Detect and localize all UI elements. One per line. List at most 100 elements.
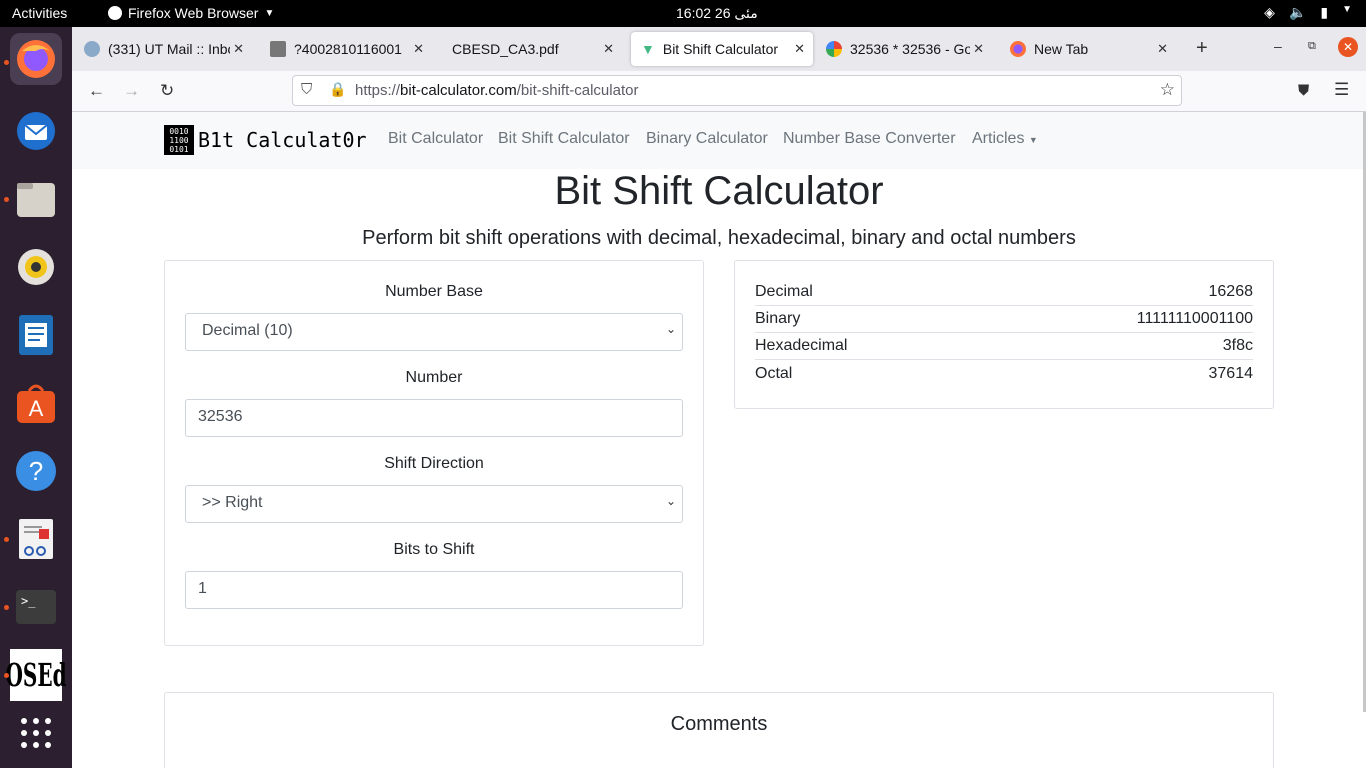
back-arrow-icon[interactable]: ← [88,81,105,101]
nav-link-number-base-converter[interactable]: Number Base Converter [783,130,956,148]
result-value: 3f8c [1222,337,1253,354]
svg-text:>_: >_ [21,594,36,608]
files-icon[interactable] [10,173,62,225]
google-favicon-icon [826,41,842,57]
app-menu[interactable]: Firefox Web Browser ▼ [108,5,274,21]
help-icon[interactable]: ? [10,445,62,497]
shift-direction-select[interactable]: >> Right ⌄ [185,485,683,523]
close-icon[interactable]: ✕ [603,41,614,57]
tab-document[interactable]: ?4002810116001 ✕ [260,32,432,66]
result-label: Decimal [755,283,813,300]
nav-dropdown-articles[interactable]: Articles ▼ [972,130,1038,148]
maximize-button[interactable]: ⧉ [1308,40,1316,53]
document-viewer-icon[interactable] [10,513,62,565]
document-favicon-icon [270,41,286,57]
number-label: Number [405,369,463,386]
page-content: 0010 1100 0101 B1t Calculat0r Bit Calcul… [72,112,1366,768]
minimize-button[interactable]: – [1274,38,1282,54]
firefox-icon[interactable] [10,33,62,85]
tracking-shield-icon[interactable]: ⛉ [301,81,312,98]
rhythmbox-icon[interactable] [10,241,62,293]
chevron-down-icon: ▼ [264,7,275,19]
result-row-octal: Octal 37614 [755,360,1253,387]
close-icon[interactable]: ✕ [230,41,244,57]
results-card: Decimal 16268 Binary 11111110001100 Hexa… [734,260,1274,409]
navigation-toolbar: ← → ↻ ⛉ 🔒 https://bit-calculator.com/bit… [72,71,1366,112]
thunderbird-icon[interactable] [10,105,62,157]
site-navbar: 0010 1100 0101 B1t Calculat0r Bit Calcul… [72,112,1366,169]
tab-pdf[interactable]: CBESD_CA3.pdf ✕ [442,32,622,66]
tab-title: 32536 * 32536 - Goo [850,41,980,57]
logo-text: B1t Calculat0r [198,128,367,152]
system-tray[interactable]: ◈ 🔈 ▮ ▼ [1264,4,1352,21]
close-icon[interactable]: ✕ [410,41,424,57]
lock-icon[interactable]: 🔒 [329,81,346,98]
shift-direction-label: Shift Direction [384,455,484,472]
chevron-down-icon: ▼ [1342,4,1352,15]
result-row-binary: Binary 11111110001100 [755,306,1253,333]
result-value: 16268 [1208,283,1254,300]
svg-text:A: A [29,396,44,421]
result-label: Hexadecimal [755,337,848,354]
app-grid-icon[interactable] [10,707,62,759]
volume-icon: 🔈 [1288,4,1307,20]
page-subtitle: Perform bit shift operations with decima… [362,227,1076,249]
result-value: 37614 [1208,364,1254,382]
dock: A ? >_ OSEd [0,27,72,768]
shift-form-card: Number Base Decimal (10) ⌄ Number 32536 … [164,260,704,646]
system-top-bar: Activities Firefox Web Browser ▼ 16:02 2… [0,0,1366,27]
tab-title: (331) UT Mail :: Inbo [108,41,236,57]
tab-title: ?4002810116001 [294,41,402,57]
result-label: Octal [755,364,793,382]
number-base-select[interactable]: Decimal (10) ⌄ [185,313,683,351]
firefox-favicon-icon [1010,41,1026,57]
tab-new-tab[interactable]: New Tab ✕ [1000,32,1176,66]
close-icon[interactable]: ✕ [1157,41,1168,57]
nav-link-bit-shift-calculator[interactable]: Bit Shift Calculator [498,130,630,148]
close-icon[interactable]: ✕ [970,41,984,57]
pocket-icon[interactable]: ⛊ [1298,82,1309,99]
tab-title: Bit Shift Calculator [662,41,779,57]
vue-favicon-icon: ▼ [641,41,655,57]
reload-icon[interactable]: ↻ [160,81,174,101]
site-logo[interactable]: 0010 1100 0101 B1t Calculat0r [164,125,367,155]
activities-button[interactable]: Activities [12,5,67,21]
tab-bar: (331) UT Mail :: Inbo ✕ ?4002810116001 ✕… [72,27,1366,71]
terminal-icon[interactable]: >_ [10,581,62,633]
nav-link-bit-calculator[interactable]: Bit Calculator [388,130,483,148]
tab-ut-mail[interactable]: (331) UT Mail :: Inbo ✕ [74,32,252,66]
network-icon: ◈ [1264,4,1275,20]
window-close-button[interactable]: ✕ [1338,37,1358,57]
writer-icon[interactable] [10,309,62,361]
clock[interactable]: 16:02 26 مئی [676,5,758,22]
bits-to-shift-input[interactable]: 1 [185,571,683,609]
mail-favicon-icon [84,41,100,57]
number-base-label: Number Base [385,283,483,300]
result-row-hexadecimal: Hexadecimal 3f8c [755,333,1253,360]
osed-app-icon[interactable]: OSEd [5,649,67,701]
chevron-down-icon: ⌄ [665,322,676,336]
url-text: https://bit-calculator.com/bit-shift-cal… [355,82,639,99]
tab-google[interactable]: 32536 * 32536 - Goo ✕ [816,32,992,66]
forward-arrow-icon[interactable]: → [123,81,140,101]
bits-to-shift-label: Bits to Shift [393,541,475,558]
number-input[interactable]: 32536 [185,399,683,437]
chevron-down-icon: ⌄ [665,494,676,508]
result-label: Binary [755,310,801,327]
firefox-small-icon [108,6,122,20]
nav-link-binary-calculator[interactable]: Binary Calculator [646,130,768,148]
tab-bit-shift-calculator[interactable]: ▼ Bit Shift Calculator ✕ [631,32,813,66]
bookmark-star-icon[interactable]: ☆ [1160,80,1175,100]
address-bar[interactable]: ⛉ 🔒 https://bit-calculator.com/bit-shift… [292,75,1182,106]
result-value: 11111110001100 [1136,310,1253,327]
menu-icon[interactable]: ☰ [1334,80,1349,100]
tab-title: CBESD_CA3.pdf [452,41,559,57]
new-tab-button[interactable]: + [1196,37,1208,60]
logo-icon: 0010 1100 0101 [164,125,194,155]
caret-down-icon: ▼ [1028,135,1038,145]
software-icon[interactable]: A [10,377,62,429]
close-icon[interactable]: ✕ [794,41,805,57]
page-title: Bit Shift Calculator [554,169,884,213]
comments-title: Comments [670,713,768,735]
tab-title: New Tab [1034,41,1089,57]
